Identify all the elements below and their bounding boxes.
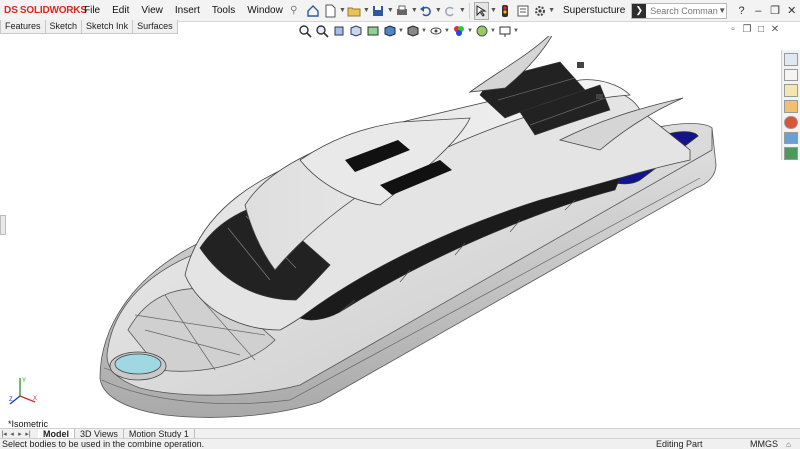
home-icon[interactable] xyxy=(306,2,321,20)
document-title: Superstucture xyxy=(563,5,626,16)
menu-window[interactable]: Window xyxy=(241,5,289,16)
chevron-down-icon[interactable]: ▼ xyxy=(387,7,394,14)
appearances-icon[interactable] xyxy=(784,115,798,129)
menu-tools[interactable]: Tools xyxy=(206,5,241,16)
redo-icon[interactable] xyxy=(443,2,458,20)
chevron-down-icon[interactable]: ▼ xyxy=(513,28,519,34)
first-tab-icon[interactable]: |◂ xyxy=(0,430,8,438)
svg-text:Z: Z xyxy=(9,397,13,403)
menu-view[interactable]: View xyxy=(135,5,169,16)
chevron-down-icon[interactable]: ▼ xyxy=(339,7,346,14)
tab-model[interactable]: Model xyxy=(38,428,75,439)
chevron-down-icon[interactable]: ▼ xyxy=(490,7,497,14)
restore-icon[interactable]: ❐ xyxy=(767,4,784,17)
menu-file[interactable]: File xyxy=(78,5,106,16)
view-palette-icon[interactable] xyxy=(784,100,798,113)
forum-icon[interactable] xyxy=(784,147,798,161)
tab-3d-views[interactable]: 3D Views xyxy=(75,428,124,439)
prev-tab-icon[interactable]: ◂ xyxy=(8,430,16,438)
task-pane xyxy=(781,50,800,161)
chevron-down-icon[interactable]: ▼ xyxy=(435,7,442,14)
boat-model xyxy=(99,29,717,418)
quick-tips-icon[interactable]: ⌂ xyxy=(786,440,800,449)
custom-properties-icon[interactable] xyxy=(784,131,798,145)
file-properties-icon[interactable] xyxy=(515,2,530,20)
tab-sketch-ink[interactable]: Sketch Ink xyxy=(81,20,134,34)
solidworks-resources-icon[interactable] xyxy=(784,53,798,66)
design-library-icon[interactable] xyxy=(784,68,798,82)
open-folder-icon[interactable] xyxy=(347,2,362,20)
search-commands-icon: ❯ xyxy=(632,3,647,18)
command-manager-tabs: Features Sketch Sketch Ink Surfaces xyxy=(0,20,178,34)
pin-icon[interactable]: ⚲ xyxy=(289,5,299,16)
select-cursor-icon[interactable] xyxy=(473,1,489,20)
menu-edit[interactable]: Edit xyxy=(106,5,135,16)
menu-insert[interactable]: Insert xyxy=(169,5,206,16)
help-icon[interactable]: ? xyxy=(733,5,750,17)
svg-text:Y: Y xyxy=(22,378,26,384)
save-icon[interactable] xyxy=(371,2,386,20)
minimize-icon[interactable]: – xyxy=(750,5,767,17)
chevron-down-icon[interactable]: ▼ xyxy=(363,7,370,14)
status-edit-mode: Editing Part xyxy=(656,439,703,449)
status-units[interactable]: MMGS xyxy=(750,439,786,449)
close-icon[interactable]: ✕ xyxy=(783,4,800,17)
chevron-down-icon[interactable]: ▼ xyxy=(459,7,466,14)
rebuild-traffic-light-icon[interactable] xyxy=(498,2,513,20)
chevron-down-icon[interactable]: ▼ xyxy=(548,7,555,14)
feature-manager-collapse-tab[interactable] xyxy=(0,215,6,235)
logo-name: SOLIDWORKS xyxy=(19,5,87,16)
status-bar: Select bodies to be used in the combine … xyxy=(0,438,800,449)
options-gear-icon[interactable] xyxy=(532,2,547,20)
svg-text:X: X xyxy=(33,396,37,402)
tab-sketch[interactable]: Sketch xyxy=(44,20,83,34)
status-message: Select bodies to be used in the combine … xyxy=(2,439,205,449)
chevron-down-icon[interactable]: ▼ xyxy=(718,6,726,15)
undo-icon[interactable] xyxy=(419,2,434,20)
tab-surfaces[interactable]: Surfaces xyxy=(132,20,178,34)
last-tab-icon[interactable]: ▸| xyxy=(24,430,32,438)
search-input[interactable] xyxy=(646,5,719,16)
chevron-down-icon[interactable]: ▼ xyxy=(411,7,418,14)
new-document-icon[interactable] xyxy=(323,2,338,20)
next-tab-icon[interactable]: ▸ xyxy=(16,430,24,438)
tab-features[interactable]: Features xyxy=(0,20,46,34)
search-commands-box[interactable]: ❯ ▼ xyxy=(631,2,728,19)
file-explorer-icon[interactable] xyxy=(784,84,798,98)
solidworks-window: DS SOLIDWORKS File Edit View Insert Tool… xyxy=(0,0,800,449)
reference-triad: Y X Z xyxy=(8,374,40,408)
tab-motion-study[interactable]: Motion Study 1 xyxy=(124,428,195,439)
print-icon[interactable] xyxy=(395,2,410,20)
title-bar: DS SOLIDWORKS File Edit View Insert Tool… xyxy=(0,0,800,22)
model-tabs-bar: |◂ ◂ ▸ ▸| Model 3D Views Motion Study 1 xyxy=(0,428,800,439)
graphics-area[interactable] xyxy=(0,29,780,428)
logo-prefix: DS xyxy=(4,5,18,16)
app-logo[interactable]: DS SOLIDWORKS xyxy=(0,5,87,16)
